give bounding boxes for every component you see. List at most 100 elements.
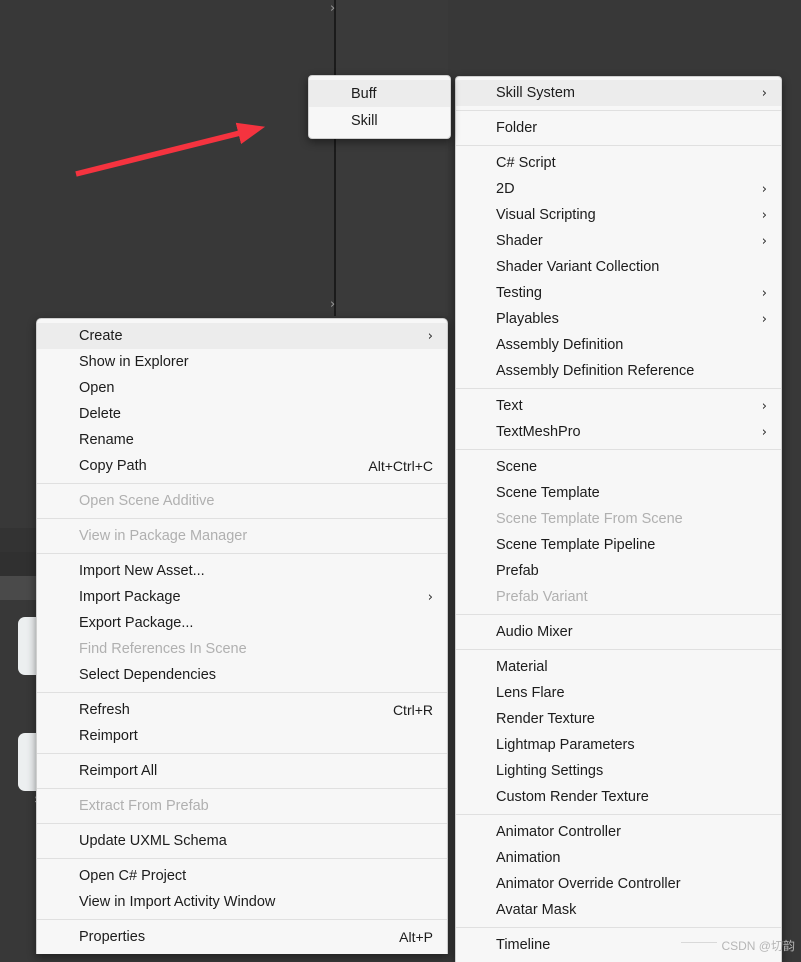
menu-item-label: Animator Override Controller [496, 876, 681, 892]
skill-system-item-skill[interactable]: Skill [309, 107, 450, 134]
project-tree-row[interactable] [0, 552, 36, 576]
create-item-text[interactable]: Text › [456, 393, 781, 419]
tree-expand-chevron-icon-top[interactable]: › [330, 2, 335, 15]
menu-item-label: Lighting Settings [496, 763, 604, 779]
create-item-render-texture[interactable]: Render Texture [456, 706, 781, 732]
create-item-scene[interactable]: Scene [456, 454, 781, 480]
chevron-right-icon: › [427, 328, 433, 344]
context-menu-item-refresh[interactable]: Refresh Ctrl+R [37, 697, 447, 723]
create-item-assembly-definition[interactable]: Assembly Definition [456, 332, 781, 358]
create-item-c-script[interactable]: C# Script [456, 150, 781, 176]
menu-item-label: Timeline [496, 937, 551, 953]
project-context-menu[interactable]: Create › Show in Explorer Open Delete Rename C… [36, 318, 448, 954]
context-menu-item-copy-path[interactable]: Copy Path Alt+Ctrl+C [37, 453, 447, 479]
context-menu-item-update-uxml-schema[interactable]: Update UXML Schema [37, 828, 447, 854]
chevron-right-icon: › [761, 181, 767, 197]
menu-item-label: Reimport All [79, 763, 158, 779]
context-menu-item-import-package[interactable]: Import Package › [37, 584, 447, 610]
context-menu-item-open[interactable]: Open [37, 375, 447, 401]
context-menu-item-reimport[interactable]: Reimport [37, 723, 447, 749]
menu-item-label: Import Package [79, 589, 181, 605]
create-item-playables[interactable]: Playables › [456, 306, 781, 332]
create-item-scene-template-from-scene: Scene Template From Scene [456, 506, 781, 532]
create-item-animator-controller[interactable]: Animator Controller [456, 819, 781, 845]
create-submenu[interactable]: Skill System › Folder C# Script 2D › Visual Sc… [455, 76, 782, 962]
create-item-lens-flare[interactable]: Lens Flare [456, 680, 781, 706]
context-menu-item-reimport-all[interactable]: Reimport All [37, 758, 447, 784]
context-menu-item-open-scene-additive: Open Scene Additive [37, 488, 447, 514]
menu-separator [456, 110, 781, 111]
create-item-prefab-variant: Prefab Variant [456, 584, 781, 610]
create-item-custom-render-texture[interactable]: Custom Render Texture [456, 784, 781, 810]
menu-item-label: Scene Template [496, 485, 600, 501]
menu-separator [456, 388, 781, 389]
menu-item-label: Scene [496, 459, 538, 475]
menu-item-label: Material [496, 659, 548, 675]
menu-item-label: Shader [496, 233, 543, 249]
create-item-avatar-mask[interactable]: Avatar Mask [456, 897, 781, 923]
menu-separator [456, 649, 781, 650]
menu-item-label: Show in Explorer [79, 354, 189, 370]
create-item-lighting-settings[interactable]: Lighting Settings [456, 758, 781, 784]
context-menu-item-find-references-in-scene: Find References In Scene [37, 636, 447, 662]
context-menu-item-delete[interactable]: Delete [37, 401, 447, 427]
create-item-prefab[interactable]: Prefab [456, 558, 781, 584]
menu-item-label: TextMeshPro [496, 424, 581, 440]
create-item-audio-mixer[interactable]: Audio Mixer [456, 619, 781, 645]
context-menu-item-extract-from-prefab: Extract From Prefab [37, 793, 447, 819]
create-item-animation[interactable]: Animation [456, 845, 781, 871]
context-menu-item-export-package[interactable]: Export Package... [37, 610, 447, 636]
context-menu-item-import-new-asset[interactable]: Import New Asset... [37, 558, 447, 584]
menu-item-label: Shader Variant Collection [496, 259, 660, 275]
menu-separator [37, 518, 447, 519]
create-item-shader[interactable]: Shader › [456, 228, 781, 254]
menu-separator [37, 753, 447, 754]
menu-separator [37, 823, 447, 824]
create-item-2d[interactable]: 2D › [456, 176, 781, 202]
chevron-right-icon: › [761, 233, 767, 249]
menu-item-label: Visual Scripting [496, 207, 596, 223]
menu-item-shortcut: Alt+P [399, 929, 433, 945]
menu-item-label: View in Package Manager [79, 528, 248, 544]
menu-item-label: Export Package... [79, 615, 194, 631]
create-item-skill-system[interactable]: Skill System › [456, 80, 781, 106]
create-item-animator-override-controller[interactable]: Animator Override Controller [456, 871, 781, 897]
context-menu-item-open-c-project[interactable]: Open C# Project [37, 863, 447, 889]
menu-separator [37, 858, 447, 859]
chevron-right-icon: › [427, 589, 433, 605]
create-item-visual-scripting[interactable]: Visual Scripting › [456, 202, 781, 228]
create-item-scene-template-pipeline[interactable]: Scene Template Pipeline [456, 532, 781, 558]
menu-item-label: Animation [496, 850, 561, 866]
create-item-lightmap-parameters[interactable]: Lightmap Parameters [456, 732, 781, 758]
context-menu-item-select-dependencies[interactable]: Select Dependencies [37, 662, 447, 688]
menu-separator [456, 145, 781, 146]
menu-item-label: Open [79, 380, 115, 396]
tree-expand-chevron-icon-bottom[interactable]: › [330, 298, 335, 311]
menu-item-label: Lens Flare [496, 685, 565, 701]
create-item-shader-variant-collection[interactable]: Shader Variant Collection [456, 254, 781, 280]
create-item-folder[interactable]: Folder [456, 115, 781, 141]
create-item-testing[interactable]: Testing › [456, 280, 781, 306]
context-menu-item-properties[interactable]: Properties Alt+P [37, 924, 447, 950]
menu-separator [37, 919, 447, 920]
chevron-right-icon: › [761, 424, 767, 440]
menu-item-label: Scene Template From Scene [496, 511, 683, 527]
menu-item-label: View in Import Activity Window [79, 894, 276, 910]
create-item-material[interactable]: Material [456, 654, 781, 680]
context-menu-item-create[interactable]: Create › [37, 323, 447, 349]
project-tree-row-selected[interactable] [0, 576, 36, 600]
skill-system-submenu[interactable]: Buff Skill [308, 75, 451, 139]
menu-item-label: Copy Path [79, 458, 147, 474]
context-menu-item-view-in-import-activity-window[interactable]: View in Import Activity Window [37, 889, 447, 915]
context-menu-item-rename[interactable]: Rename [37, 427, 447, 453]
skill-system-item-buff[interactable]: Buff [309, 80, 450, 107]
create-item-assembly-definition-reference[interactable]: Assembly Definition Reference [456, 358, 781, 384]
project-tree-row[interactable] [0, 528, 36, 552]
create-item-scene-template[interactable]: Scene Template [456, 480, 781, 506]
menu-item-label: Render Texture [496, 711, 595, 727]
menu-item-label: Rename [79, 432, 134, 448]
context-menu-item-show-in-explorer[interactable]: Show in Explorer [37, 349, 447, 375]
context-menu-item-view-in-package-manager: View in Package Manager [37, 523, 447, 549]
create-item-textmeshpro[interactable]: TextMeshPro › [456, 419, 781, 445]
project-tree-panel [336, 0, 448, 316]
